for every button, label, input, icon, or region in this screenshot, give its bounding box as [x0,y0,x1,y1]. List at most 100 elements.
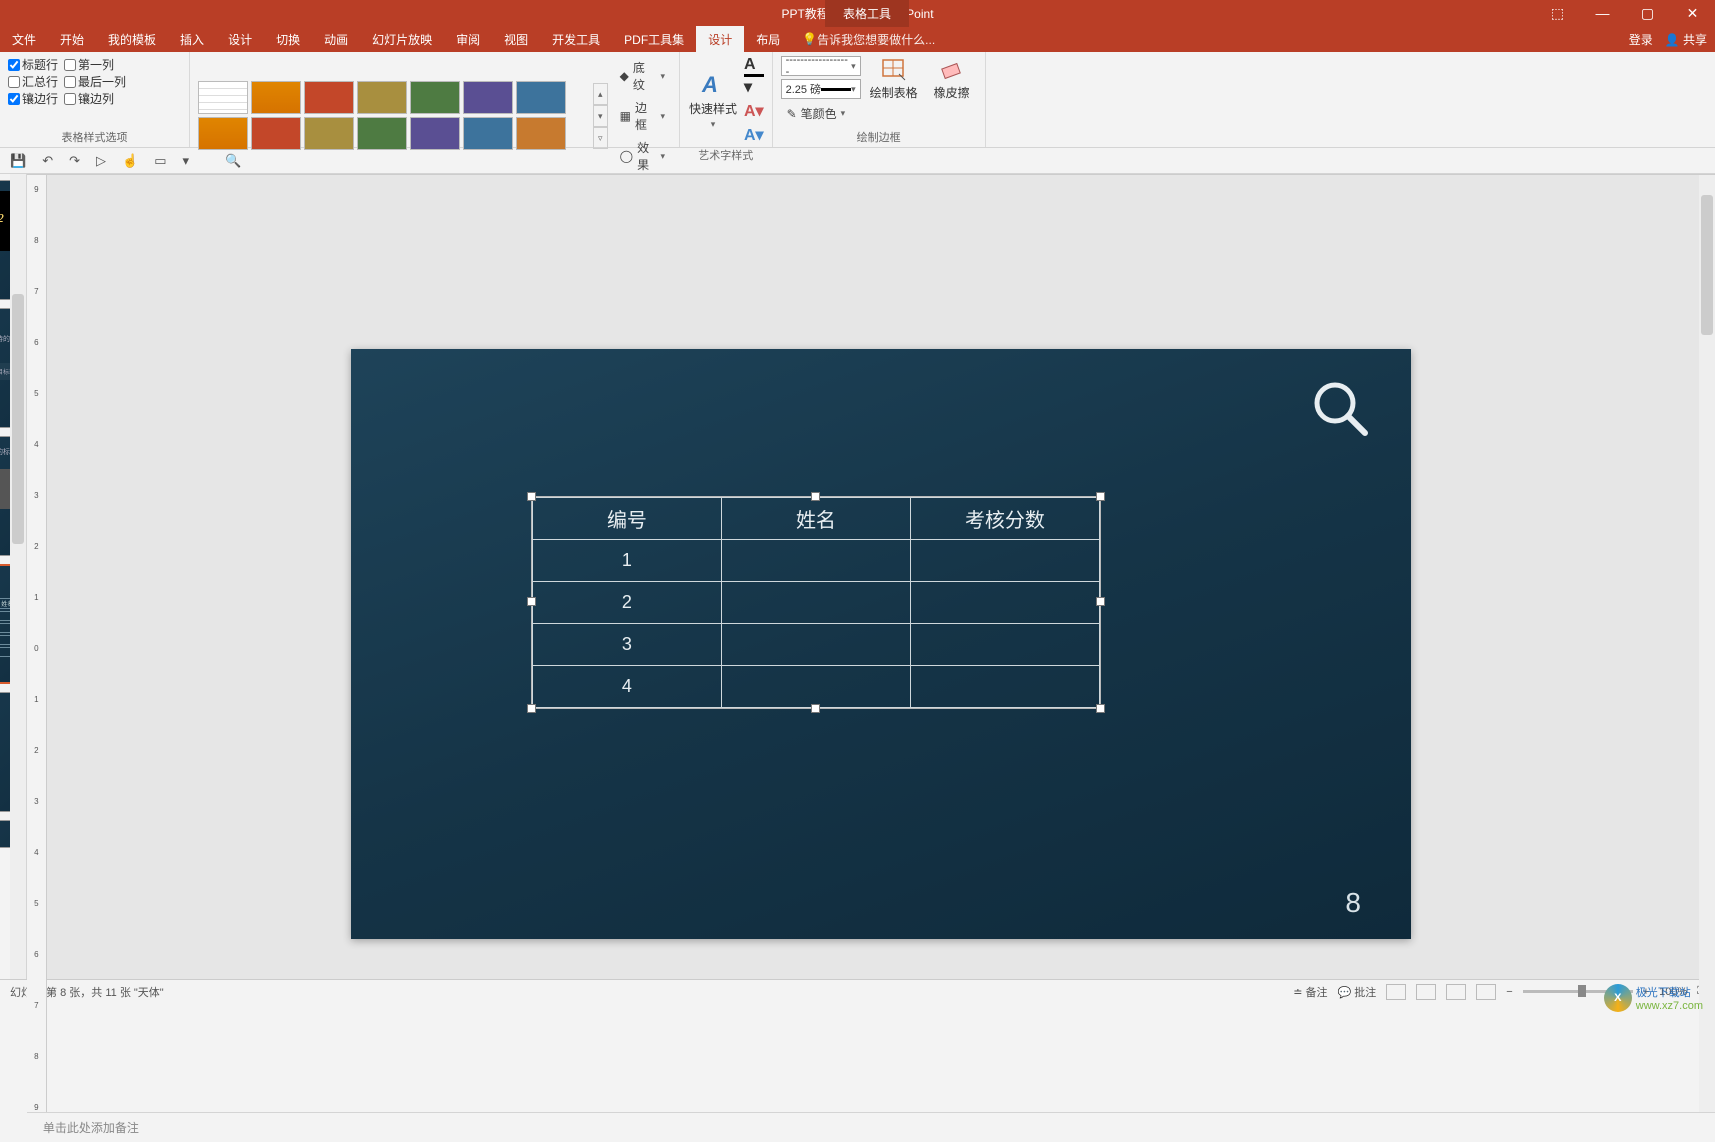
tab-slideshow[interactable]: 幻灯片放映 [360,26,444,52]
tell-me-search[interactable]: 💡 告诉我您想要做什么... [802,26,935,52]
gallery-more-icon[interactable]: ▿ [593,127,608,149]
chk-banded-col[interactable]: 镶边列 [64,90,114,107]
table-style-8[interactable] [198,117,248,150]
eraser-button[interactable]: 橡皮擦 [927,56,977,101]
table-style-1[interactable] [198,81,248,114]
table-cell[interactable] [910,623,1099,665]
resize-handle[interactable] [1096,704,1105,713]
table-header[interactable]: 考核分数 [910,497,1099,539]
table-style-11[interactable] [357,117,407,150]
table-style-4[interactable] [357,81,407,114]
svg-text:A: A [701,72,718,97]
minimize-icon[interactable]: — [1580,0,1625,26]
pen-style-combo[interactable]: ------------------▾ [781,56,861,76]
contextual-tab-label: 表格工具 [825,0,909,27]
table-style-5[interactable] [410,81,460,114]
pen-weight-combo[interactable]: 2.25 磅▾ [781,79,861,99]
resize-handle[interactable] [811,492,820,501]
chk-total-row[interactable]: 汇总行 [8,73,58,90]
slide-canvas[interactable]: 8 编号姓名考核分数 1 2 3 4 [47,175,1715,1112]
window-controls: ⬚ — ▢ ✕ [1535,0,1715,26]
canvas-scrollbar[interactable] [1699,175,1715,1112]
tab-table-design[interactable]: 设计 [696,26,744,52]
table-cell[interactable] [721,623,910,665]
maximize-icon[interactable]: ▢ [1625,0,1670,26]
effects-button[interactable]: ◯ 效果 ▾ [614,136,671,176]
ribbon-tabs: 文件 开始 我的模板 插入 设计 切换 动画 幻灯片放映 审阅 视图 开发工具 … [0,26,1715,52]
touch-mode-icon[interactable]: ☝ [122,153,138,169]
table-cell[interactable]: 4 [532,665,721,707]
slide-table[interactable]: 编号姓名考核分数 1 2 3 4 [532,497,1100,708]
resize-handle[interactable] [1096,492,1105,501]
resize-handle[interactable] [527,704,536,713]
table-cell[interactable] [910,539,1099,581]
tab-view[interactable]: 视图 [492,26,540,52]
text-outline-button[interactable]: A▾ [744,101,764,121]
table-style-13[interactable] [463,117,513,150]
tab-insert[interactable]: 插入 [168,26,216,52]
slide-thumbnails-pane[interactable]: 5 ε=mc²此处照片的标题5 6 该事件的名言，或支持的论点或观察所得的一般引… [0,174,27,979]
chk-last-col[interactable]: 最后一列 [64,73,126,90]
tab-file[interactable]: 文件 [0,26,48,52]
table-cell[interactable]: 1 [532,539,721,581]
tab-home[interactable]: 开始 [48,26,96,52]
table-style-6[interactable] [463,81,513,114]
gallery-down-icon[interactable]: ▾ [593,105,608,127]
ribbon-display-icon[interactable]: ⬚ [1535,0,1580,26]
table-cell[interactable]: 3 [532,623,721,665]
resize-handle[interactable] [527,597,536,606]
table-cell[interactable] [721,539,910,581]
table-style-9[interactable] [251,117,301,150]
start-slideshow-icon[interactable]: ▷ [96,153,106,169]
table-cell[interactable] [721,581,910,623]
table-style-12[interactable] [410,117,460,150]
table-cell[interactable] [721,665,910,707]
tab-table-layout[interactable]: 布局 [744,26,792,52]
table-style-2[interactable] [251,81,301,114]
draw-table-button[interactable]: 绘制表格 [869,56,919,101]
table-style-7[interactable] [516,81,566,114]
login-button[interactable]: 登录 [1629,31,1653,48]
text-effects-button[interactable]: A▾ [744,125,764,145]
borders-button[interactable]: ▦ 边框 ▾ [614,96,671,136]
chk-first-col[interactable]: 第一列 [64,56,114,73]
new-slide-icon[interactable]: ▭ [154,153,166,169]
chk-banded-row[interactable]: 镶边行 [8,90,58,107]
undo-icon[interactable]: ↶ [42,153,53,169]
resize-handle[interactable] [527,492,536,501]
notes-pane[interactable]: 单击此处添加备注 [27,1112,1715,1142]
wordart-icon: A [700,72,726,98]
pen-color-button[interactable]: ✎ 笔颜色 ▾ [781,102,861,125]
tab-developer[interactable]: 开发工具 [540,26,612,52]
tab-review[interactable]: 审阅 [444,26,492,52]
draw-table-icon [881,56,907,82]
redo-icon[interactable]: ↷ [69,153,80,169]
thumb-scrollbar[interactable] [10,174,26,979]
share-button[interactable]: 👤 共享 [1665,31,1707,48]
close-icon[interactable]: ✕ [1670,0,1715,26]
save-icon[interactable]: 💾 [10,153,26,169]
resize-handle[interactable] [1096,597,1105,606]
tab-design[interactable]: 设计 [216,26,264,52]
table-style-14[interactable] [516,117,566,150]
text-fill-button[interactable]: A▾ [744,56,764,97]
table-style-10[interactable] [304,117,354,150]
table-header[interactable]: 编号 [532,497,721,539]
tab-animations[interactable]: 动画 [312,26,360,52]
quick-styles-button[interactable]: A 快速样式▾ [688,72,738,130]
gallery-up-icon[interactable]: ▴ [593,83,608,105]
table-cell[interactable] [910,581,1099,623]
customize-qat-icon[interactable]: ▾ [182,153,189,169]
table-style-gallery[interactable] [198,81,587,151]
table-cell[interactable]: 2 [532,581,721,623]
tab-pdf[interactable]: PDF工具集 [612,26,696,52]
resize-handle[interactable] [811,704,820,713]
slide-table-selected[interactable]: 编号姓名考核分数 1 2 3 4 [531,496,1101,709]
shading-button[interactable]: ◆ 底纹 ▾ [614,56,671,96]
table-style-3[interactable] [304,81,354,114]
table-header[interactable]: 姓名 [721,497,910,539]
tab-templates[interactable]: 我的模板 [96,26,168,52]
table-cell[interactable] [910,665,1099,707]
tab-transitions[interactable]: 切换 [264,26,312,52]
chk-header-row[interactable]: 标题行 [8,56,58,73]
